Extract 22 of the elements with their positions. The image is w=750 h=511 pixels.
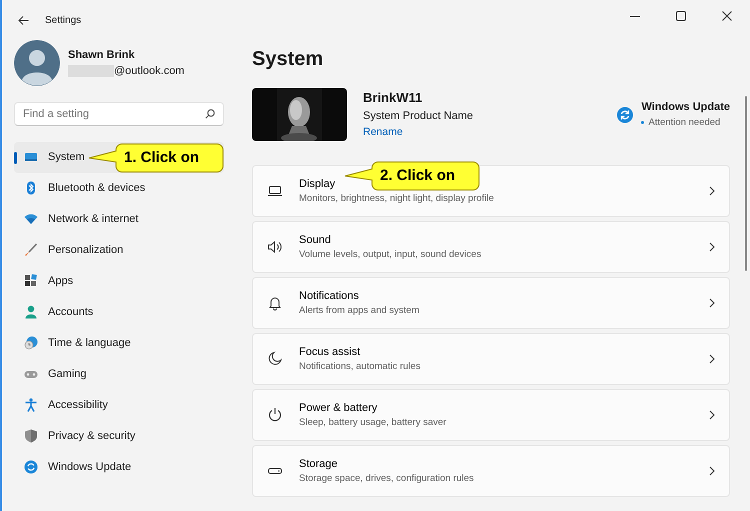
card-subtitle: Notifications, automatic rules [299, 360, 420, 374]
page-title: System [252, 47, 324, 72]
card-subtitle: Alerts from apps and system [299, 304, 420, 318]
device-name: BrinkW11 [363, 89, 424, 108]
card-subtitle: Monitors, brightness, night light, display profile [299, 192, 494, 206]
card-subtitle: Volume levels, output, input, sound devices [299, 248, 482, 262]
card-title: Focus assist [299, 344, 360, 360]
card-title: Display [299, 176, 336, 192]
card-title: Notifications [299, 288, 359, 304]
callout-tooltip: 1. Click on [88, 143, 224, 173]
device-model: System Product Name [363, 108, 474, 124]
card-title: Storage [299, 456, 338, 472]
user-name: Shawn Brink [68, 48, 136, 62]
callout-tooltip: 2. Click on [344, 161, 480, 191]
window-title: Settings [45, 14, 82, 28]
update-status: Attention needed [648, 116, 720, 130]
update-title: Windows Update [641, 100, 730, 116]
card-title: Sound [299, 232, 331, 248]
user-email: @outlook.com [114, 65, 184, 77]
card-subtitle: Storage space, drives, configuration rules [299, 472, 474, 486]
card-title: Power & battery [299, 400, 378, 416]
card-subtitle: Sleep, battery usage, battery saver [299, 416, 446, 430]
